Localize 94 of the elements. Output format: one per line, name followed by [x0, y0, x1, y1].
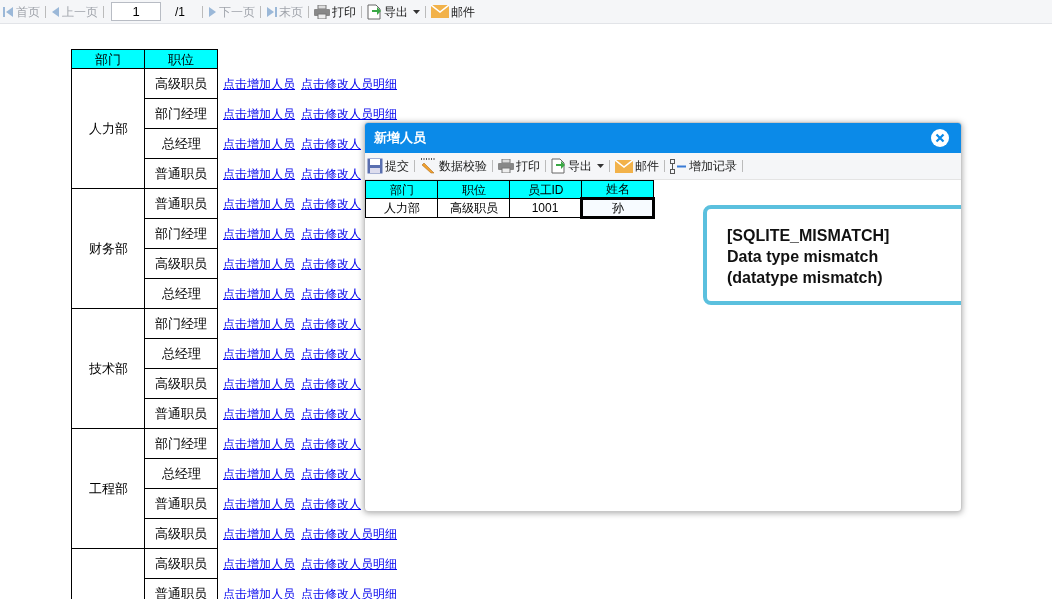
add-person-link[interactable]: 点击增加人员: [223, 556, 295, 571]
column-header: 职位: [144, 49, 218, 69]
export-button[interactable]: 导出: [551, 157, 604, 175]
column-header: 部门: [365, 180, 438, 199]
add-person-link[interactable]: 点击增加人员: [223, 106, 295, 121]
envelope-icon: [615, 159, 633, 173]
error-message-line: [SQLITE_MISMATCH]: [727, 226, 891, 246]
position-cell: 普通职员: [144, 488, 218, 519]
close-icon[interactable]: [931, 129, 949, 147]
add-person-link[interactable]: 点击增加人员: [223, 376, 295, 391]
caret-icon: [597, 164, 604, 168]
position-cell: 总经理: [144, 278, 218, 309]
add-person-link[interactable]: 点击增加人员: [223, 466, 295, 481]
error-message-line: (datatype mismatch): [727, 268, 884, 288]
edit-person-link[interactable]: 点击修改人员明细: [301, 556, 397, 571]
edit-person-link[interactable]: 点击修改人: [301, 466, 361, 481]
printer-icon: [314, 4, 330, 19]
position-cell: 总经理: [144, 128, 218, 159]
document-arrow-icon: [367, 3, 382, 20]
print-button[interactable]: 打印: [498, 157, 540, 175]
position-cell: 高级职员: [144, 248, 218, 279]
edit-person-link[interactable]: 点击修改人: [301, 226, 361, 241]
edit-person-link[interactable]: 点击修改人: [301, 196, 361, 211]
position-cell: 高级职员: [144, 68, 218, 99]
position-cell: 高级职员: [144, 368, 218, 399]
edit-person-link[interactable]: 点击修改人: [301, 496, 361, 511]
department-cell: 人力部: [71, 68, 145, 189]
page-total: /1: [175, 3, 185, 21]
edit-person-link[interactable]: 点击修改人: [301, 286, 361, 301]
edit-person-link[interactable]: 点击修改人员明细: [301, 586, 397, 599]
pencil-ruler-icon: [420, 158, 437, 174]
position-cell: 普通职员: [144, 188, 218, 219]
edit-person-link[interactable]: 点击修改人: [301, 166, 361, 181]
add-person-link[interactable]: 点击增加人员: [223, 196, 295, 211]
mail-button[interactable]: 邮件: [615, 157, 659, 175]
document-arrow-icon: [551, 158, 566, 174]
dialog-title: 新增人员: [374, 129, 426, 148]
add-person-link[interactable]: 点击增加人员: [223, 586, 295, 599]
edit-person-link[interactable]: 点击修改人: [301, 376, 361, 391]
add-person-link[interactable]: 点击增加人员: [223, 76, 295, 91]
position-cell: 部门经理: [144, 308, 218, 339]
add-person-link[interactable]: 点击增加人员: [223, 316, 295, 331]
column-header: 职位: [437, 180, 510, 199]
envelope-icon: [431, 5, 449, 18]
caret-icon: [413, 9, 420, 14]
error-message-line: Data type mismatch: [727, 247, 880, 267]
edit-person-link[interactable]: 点击修改人: [301, 346, 361, 361]
edit-person-link[interactable]: 点击修改人员明细: [301, 526, 397, 541]
add-person-link[interactable]: 点击增加人员: [223, 226, 295, 241]
add-record-icon: [670, 158, 687, 174]
position-cell: 高级职员: [144, 548, 218, 579]
edit-person-link[interactable]: 点击修改人: [301, 136, 361, 151]
next-icon: [208, 5, 217, 18]
department-cell: 技术部: [71, 308, 145, 429]
add-person-link[interactable]: 点击增加人员: [223, 526, 295, 541]
submit-button[interactable]: 提交: [367, 157, 409, 175]
print-button[interactable]: 打印: [314, 2, 356, 21]
add-person-link[interactable]: 点击增加人员: [223, 346, 295, 361]
mail-button[interactable]: 邮件: [431, 2, 475, 21]
department-cell: 工程部: [71, 428, 145, 549]
add-person-link[interactable]: 点击增加人员: [223, 166, 295, 181]
add-person-link[interactable]: 点击增加人员: [223, 496, 295, 511]
add-person-link[interactable]: 点击增加人员: [223, 286, 295, 301]
position-cell: 总经理: [144, 338, 218, 369]
printer-icon: [498, 159, 514, 173]
position-cell: 高级职员: [144, 518, 218, 549]
position-cell: 总经理: [144, 458, 218, 489]
position-cell: 部门经理: [144, 218, 218, 249]
export-button[interactable]: 导出: [367, 2, 420, 21]
edit-person-link[interactable]: 点击修改人: [301, 256, 361, 271]
previous-icon: [51, 5, 60, 18]
edit-person-link[interactable]: 点击修改人员明细: [301, 106, 397, 121]
first-page-icon: [3, 5, 14, 18]
edit-person-link[interactable]: 点击修改人: [301, 316, 361, 331]
add-record-button[interactable]: 增加记录: [670, 157, 737, 175]
add-person-link[interactable]: 点击增加人员: [223, 436, 295, 451]
page-number-field[interactable]: 1: [111, 2, 161, 21]
column-header: 姓名: [581, 180, 654, 199]
department-cell: 财务部: [71, 188, 145, 309]
edit-person-link[interactable]: 点击修改人: [301, 436, 361, 451]
add-person-link[interactable]: 点击增加人员: [223, 256, 295, 271]
edit-person-link[interactable]: 点击修改人员明细: [301, 76, 397, 91]
position-cell: 部门经理: [144, 428, 218, 459]
add-person-link[interactable]: 点击增加人员: [223, 136, 295, 151]
position-cell: 部门经理: [144, 98, 218, 129]
add-person-link[interactable]: 点击增加人员: [223, 406, 295, 421]
validate-button[interactable]: 数据校验: [420, 157, 487, 175]
position-cell: 普通职员: [144, 158, 218, 189]
position-cell: 普通职员: [144, 398, 218, 429]
edit-person-link[interactable]: 点击修改人: [301, 406, 361, 421]
table-cell[interactable]: 孙: [581, 198, 654, 218]
last-page-icon: [266, 5, 277, 18]
column-header: 员工ID: [509, 180, 582, 199]
column-header: 部门: [71, 49, 145, 69]
